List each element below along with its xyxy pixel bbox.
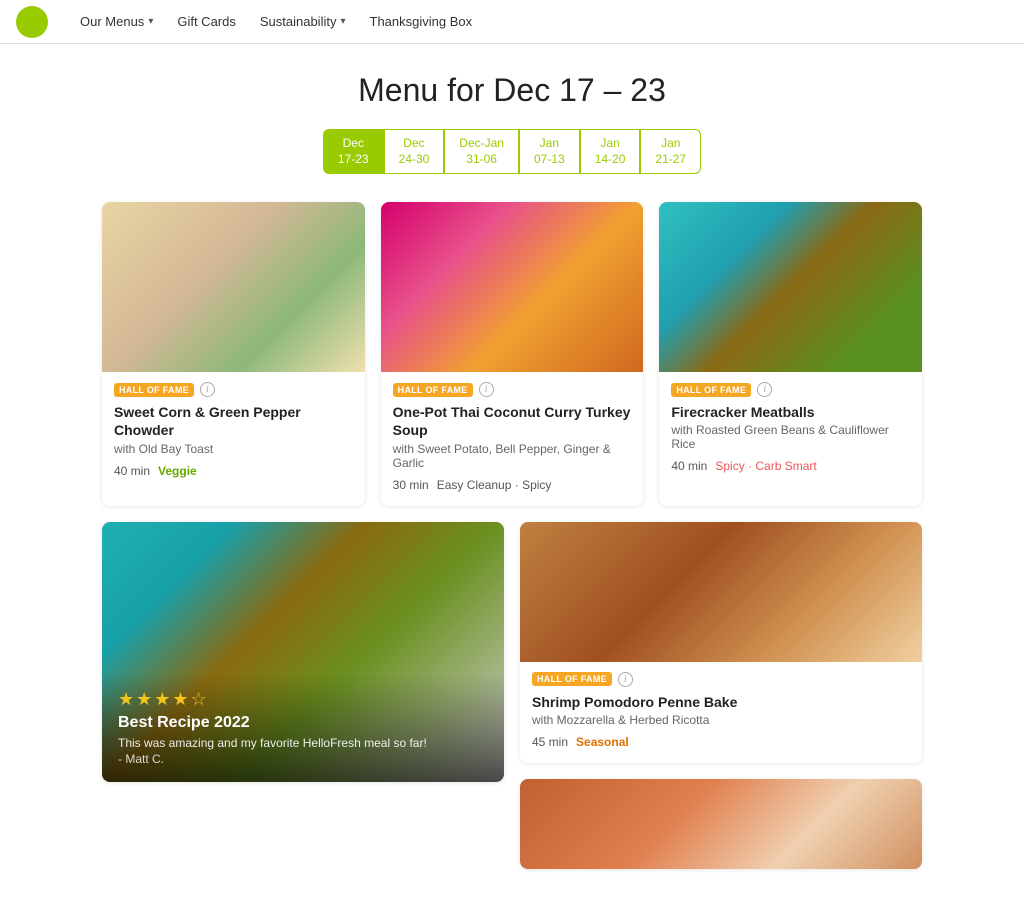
- nav-gift-cards[interactable]: Gift Cards: [177, 14, 236, 29]
- card-title-corn: Sweet Corn & Green Pepper Chowder: [114, 403, 353, 439]
- card-meta-shrimp: 45 min Seasonal: [532, 735, 910, 749]
- nav-thanksgiving[interactable]: Thanksgiving Box: [370, 14, 473, 29]
- hof-badge-corn: HALL OF FAME: [114, 383, 194, 397]
- card-meta-corn: 40 min Veggie: [114, 464, 353, 478]
- card-subtitle-corn: with Old Bay Toast: [114, 442, 353, 456]
- date-tab-dec-17-23[interactable]: Dec 17-23: [323, 129, 384, 174]
- date-tab-jan-07-13[interactable]: Jan 07-13: [519, 129, 580, 174]
- page-title: Menu for Dec 17 – 23: [102, 72, 922, 109]
- nav-sustainability[interactable]: Sustainability ▾: [260, 14, 346, 29]
- date-tab-dec-24-30[interactable]: Dec 24-30: [384, 129, 445, 174]
- card-pasta[interactable]: [520, 779, 922, 869]
- card-subtitle-meatball: with Roasted Green Beans & Cauliflower R…: [671, 423, 910, 451]
- card-title-curry: One-Pot Thai Coconut Curry Turkey Soup: [393, 403, 632, 439]
- review-quote: This was amazing and my favorite HelloFr…: [118, 736, 488, 750]
- navbar: Our Menus ▾ Gift Cards Sustainability ▾ …: [0, 0, 1024, 44]
- card-shrimp[interactable]: HALL OF FAME i Shrimp Pomodoro Penne Bak…: [520, 522, 922, 763]
- hof-badge-shrimp: HALL OF FAME: [532, 672, 612, 686]
- card-meta-meatball: 40 min Spicy · Carb Smart: [671, 459, 910, 473]
- date-tab-dec-jan[interactable]: Dec-Jan 31-06: [444, 129, 519, 174]
- big-card-overlay: ★★★★☆ Best Recipe 2022 This was amazing …: [102, 673, 504, 782]
- badge-row-meatball: HALL OF FAME i: [671, 382, 910, 397]
- badge-row-curry: HALL OF FAME i: [393, 382, 632, 397]
- card-meta-curry: 30 min Easy Cleanup · Spicy: [393, 478, 632, 492]
- card-meatball[interactable]: HALL OF FAME i Firecracker Meatballs wit…: [659, 202, 922, 505]
- top-cards-grid: HALL OF FAME i Sweet Corn & Green Pepper…: [102, 202, 922, 505]
- logo[interactable]: [16, 6, 48, 38]
- info-icon-meatball[interactable]: i: [757, 382, 772, 397]
- date-tabs-container: Dec 17-23 Dec 24-30 Dec-Jan 31-06 Jan 07…: [102, 129, 922, 174]
- best-recipe-title: Best Recipe 2022: [118, 714, 488, 732]
- bottom-row: ★★★★☆ Best Recipe 2022 This was amazing …: [102, 522, 922, 869]
- card-subtitle-curry: with Sweet Potato, Bell Pepper, Ginger &…: [393, 442, 632, 470]
- review-author: - Matt C.: [118, 752, 488, 766]
- card-title-shrimp: Shrimp Pomodoro Penne Bake: [532, 693, 910, 711]
- date-tab-jan-14-20[interactable]: Jan 14-20: [580, 129, 641, 174]
- nav-our-menus[interactable]: Our Menus ▾: [80, 14, 153, 29]
- info-icon-shrimp[interactable]: i: [618, 672, 633, 687]
- big-card-firecracker[interactable]: ★★★★☆ Best Recipe 2022 This was amazing …: [102, 522, 504, 782]
- star-rating: ★★★★☆: [118, 689, 488, 710]
- card-subtitle-shrimp: with Mozzarella & Herbed Ricotta: [532, 713, 910, 727]
- date-tab-jan-21-27[interactable]: Jan 21-27: [640, 129, 701, 174]
- info-icon-curry[interactable]: i: [479, 382, 494, 397]
- hof-badge-curry: HALL OF FAME: [393, 383, 473, 397]
- hof-badge-meatball: HALL OF FAME: [671, 383, 751, 397]
- card-curry[interactable]: HALL OF FAME i One-Pot Thai Coconut Curr…: [381, 202, 644, 505]
- badge-row-corn: HALL OF FAME i: [114, 382, 353, 397]
- chevron-down-icon: ▾: [148, 16, 153, 27]
- card-corn[interactable]: HALL OF FAME i Sweet Corn & Green Pepper…: [102, 202, 365, 505]
- badge-row-shrimp: HALL OF FAME i: [532, 672, 910, 687]
- info-icon-corn[interactable]: i: [200, 382, 215, 397]
- chevron-down-icon-sustainability: ▾: [340, 16, 345, 27]
- card-title-meatball: Firecracker Meatballs: [671, 403, 910, 421]
- right-column: HALL OF FAME i Shrimp Pomodoro Penne Bak…: [520, 522, 922, 869]
